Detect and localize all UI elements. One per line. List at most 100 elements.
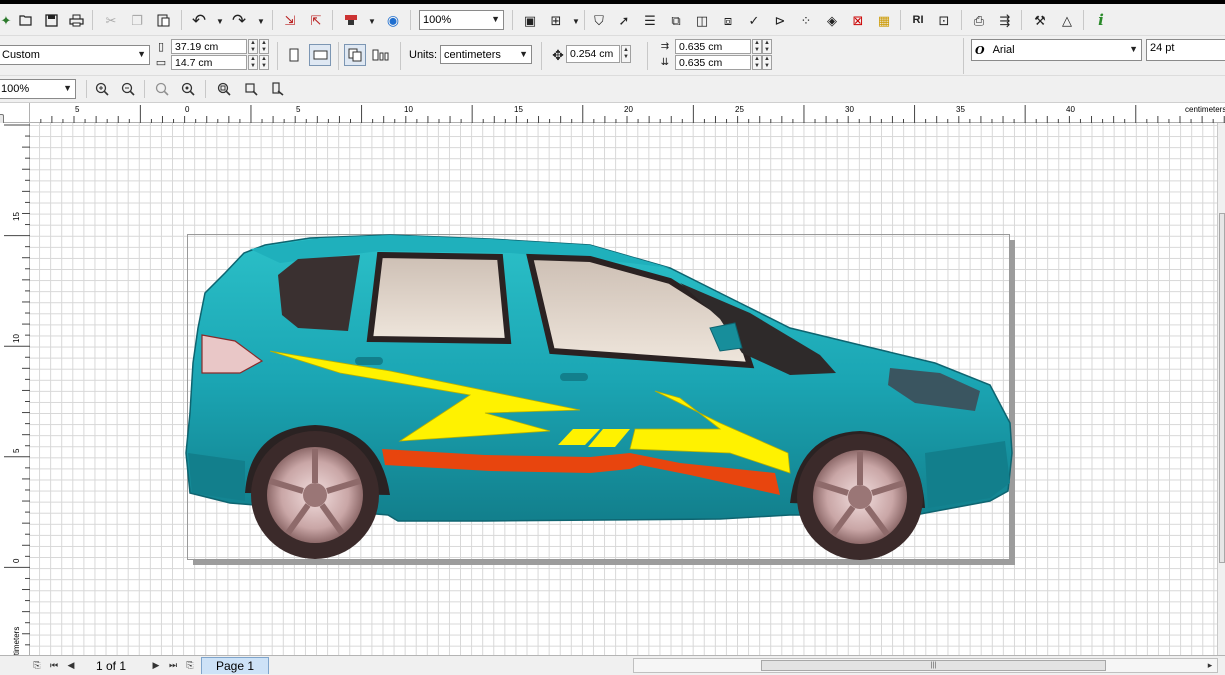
no-fill-icon[interactable]: ⊠ bbox=[848, 10, 868, 30]
last-page-icon[interactable]: ⏭ bbox=[166, 658, 180, 673]
height-spinner[interactable]: ▲ ▼ bbox=[248, 55, 258, 70]
page-width-field[interactable]: 37.19 cm bbox=[171, 39, 247, 54]
next-page-icon[interactable]: ▶ bbox=[149, 658, 163, 673]
page-size-select[interactable]: Custom ▼ bbox=[0, 45, 150, 65]
list-icon[interactable]: ☰ bbox=[640, 10, 660, 30]
duplicate-x-spinner-2[interactable]: ▲ ▼ bbox=[762, 39, 772, 54]
export-icon[interactable]: ⇱ bbox=[306, 10, 326, 30]
triangle-icon[interactable]: △ bbox=[1057, 10, 1077, 30]
zoom-page-width-icon[interactable] bbox=[241, 79, 261, 99]
redo-icon[interactable]: ↷ bbox=[229, 10, 249, 30]
separator bbox=[400, 42, 401, 70]
duplicate-y-spinner[interactable]: ▲ ▼ bbox=[752, 55, 762, 70]
vertical-ruler-ticks bbox=[4, 124, 30, 646]
zoom-toolbar: 100% ▼ bbox=[0, 76, 1225, 103]
snap-to-grid-icon[interactable]: ⊞ bbox=[546, 10, 566, 30]
horizontal-ruler[interactable]: 5 0 5 10 15 20 25 30 35 40 centimeters bbox=[30, 103, 1225, 123]
launcher-dropdown-icon[interactable]: ▼ bbox=[362, 12, 382, 32]
duplicate-x-spinner[interactable]: ▲ ▼ bbox=[752, 39, 762, 54]
duplicate-y-field[interactable]: 0.635 cm bbox=[675, 55, 751, 70]
object-manager-icon[interactable]: ⊡ bbox=[934, 10, 954, 30]
page-setup-icon[interactable]: ⎙ bbox=[969, 10, 989, 30]
save-icon[interactable] bbox=[41, 10, 61, 30]
vertical-scrollbar[interactable] bbox=[1217, 123, 1225, 655]
vertical-scroll-thumb[interactable] bbox=[1219, 213, 1225, 563]
layout-icon[interactable]: ⇶ bbox=[995, 10, 1015, 30]
first-page-icon[interactable]: ⏮ bbox=[47, 658, 61, 673]
units-select[interactable]: centimeters ▼ bbox=[440, 45, 532, 64]
snap-dropdown-icon[interactable]: ▼ bbox=[566, 12, 586, 32]
zoom-in-icon[interactable] bbox=[92, 79, 112, 99]
web-icon[interactable]: ◉ bbox=[383, 10, 403, 30]
current-page-icon[interactable] bbox=[371, 45, 391, 65]
ruler-origin[interactable] bbox=[0, 103, 30, 130]
color-grid-icon[interactable]: ▦ bbox=[874, 10, 894, 30]
separator bbox=[584, 10, 585, 30]
landscape-button[interactable] bbox=[309, 44, 331, 66]
info-icon[interactable]: i bbox=[1091, 10, 1111, 30]
horizontal-scrollbar[interactable]: ||| bbox=[633, 658, 1218, 673]
all-pages-button[interactable] bbox=[344, 44, 366, 66]
zoom-level-select[interactable]: 100% ▼ bbox=[419, 10, 504, 30]
nudge-distance-field[interactable]: 0.254 cm bbox=[566, 45, 620, 63]
opentype-font-icon: O bbox=[975, 43, 985, 57]
undo-icon[interactable]: ↶ bbox=[189, 10, 209, 30]
font-size-select[interactable]: 24 pt bbox=[1146, 39, 1225, 61]
new-icon[interactable]: ✦ bbox=[0, 10, 16, 30]
insert-page-before-icon[interactable]: ⎘ bbox=[30, 658, 44, 673]
width-spinner-2[interactable]: ▲ ▼ bbox=[259, 39, 269, 54]
zoom-levels-select[interactable]: 100% ▼ bbox=[0, 79, 76, 99]
separator bbox=[277, 42, 278, 70]
separator bbox=[338, 42, 339, 70]
height-icon: ▭ bbox=[155, 56, 167, 69]
drawing-canvas[interactable] bbox=[30, 123, 1217, 655]
zoom-all-objects-icon[interactable] bbox=[178, 79, 198, 99]
weld-icon[interactable]: ⧉ bbox=[666, 10, 686, 30]
page-navigator-bar: ⎘ ⏮ ◀ 1 of 1 ▶ ⏭ ⎘ Page 1 ◂ ||| ▸ bbox=[0, 655, 1225, 675]
previous-page-icon[interactable]: ◀ bbox=[64, 658, 78, 673]
font-name-select[interactable]: O Arial ▼ bbox=[971, 39, 1142, 61]
scroll-right-icon[interactable]: ▸ bbox=[1203, 658, 1217, 673]
page-height-value: 14.7 cm bbox=[175, 56, 213, 69]
hammer-icon[interactable]: ⚒ bbox=[1030, 10, 1050, 30]
zoom-page-icon[interactable] bbox=[214, 79, 234, 99]
zoom-selected-icon[interactable] bbox=[152, 79, 172, 99]
paste-icon[interactable] bbox=[153, 10, 173, 30]
portrait-icon[interactable] bbox=[284, 45, 304, 65]
pick-tool-icon[interactable]: ➚ bbox=[614, 10, 634, 30]
page-width-value: 37.19 cm bbox=[175, 40, 219, 53]
trim-icon[interactable]: ◫ bbox=[692, 10, 712, 30]
separator bbox=[647, 42, 648, 70]
open-icon[interactable] bbox=[16, 10, 36, 30]
shape-tool-icon[interactable]: ⛉ bbox=[589, 10, 609, 30]
convert-to-curves-icon[interactable]: ⁘ bbox=[796, 10, 816, 30]
print-icon[interactable] bbox=[66, 10, 86, 30]
zoom-out-icon[interactable] bbox=[118, 79, 138, 99]
page-height-field[interactable]: 14.7 cm bbox=[171, 55, 247, 70]
separator bbox=[86, 80, 87, 98]
redo-dropdown-icon[interactable]: ▼ bbox=[251, 12, 271, 32]
horizontal-scroll-thumb[interactable]: ||| bbox=[761, 660, 1106, 671]
width-spinner[interactable]: ▲ ▼ bbox=[248, 39, 258, 54]
h-ruler-label: 35 bbox=[956, 105, 965, 114]
copy-icon[interactable]: ❐ bbox=[127, 10, 147, 30]
zoom-page-height-icon[interactable] bbox=[267, 79, 287, 99]
car-graphic[interactable] bbox=[30, 123, 1217, 655]
insert-page-after-icon[interactable]: ⎘ bbox=[183, 658, 197, 673]
transform-icon[interactable]: ◈ bbox=[822, 10, 842, 30]
import-icon[interactable]: ⇲ bbox=[280, 10, 300, 30]
vertical-ruler[interactable]: 15 10 5 0 centimeters bbox=[0, 123, 30, 668]
cut-icon[interactable]: ✂ bbox=[101, 10, 121, 30]
undo-dropdown-icon[interactable]: ▼ bbox=[210, 12, 230, 32]
page-tab-page-1[interactable]: Page 1 bbox=[201, 657, 269, 674]
simplify-icon[interactable]: ✓ bbox=[744, 10, 764, 30]
front-minus-back-icon[interactable]: ⊳ bbox=[770, 10, 790, 30]
launcher-icon[interactable] bbox=[341, 10, 361, 30]
intersect-icon[interactable]: ⧈ bbox=[718, 10, 738, 30]
height-spinner-2[interactable]: ▲ ▼ bbox=[259, 55, 269, 70]
rulers-icon[interactable]: RI bbox=[908, 10, 928, 30]
duplicate-y-spinner-2[interactable]: ▲ ▼ bbox=[762, 55, 772, 70]
nudge-spinner[interactable]: ▲ ▼ bbox=[621, 45, 631, 63]
duplicate-x-field[interactable]: 0.635 cm bbox=[675, 39, 751, 54]
full-screen-preview-icon[interactable]: ▣ bbox=[520, 10, 540, 30]
